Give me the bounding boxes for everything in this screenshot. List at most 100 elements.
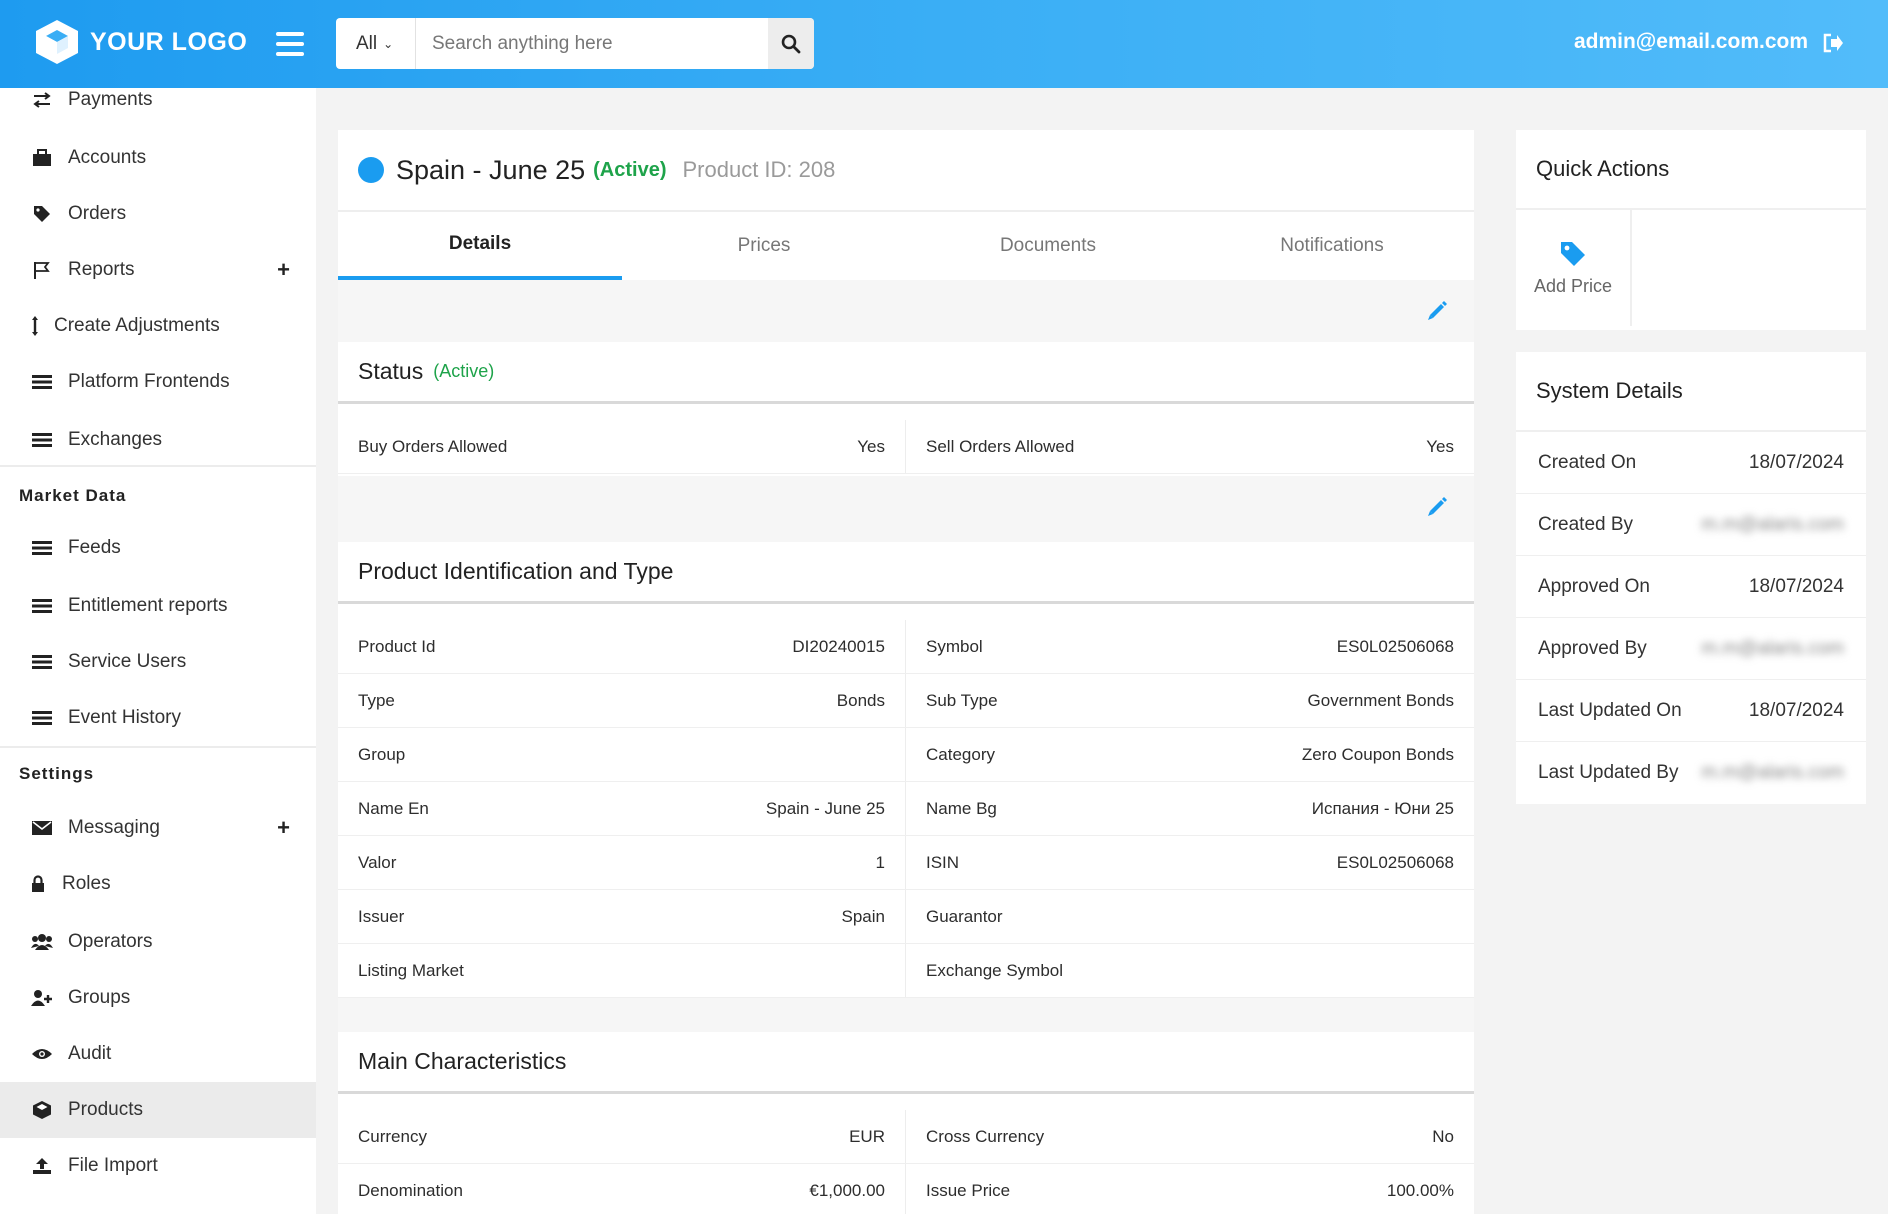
sidebar-item-accounts[interactable]: Accounts [0,130,316,186]
sidebar-item-reports[interactable]: Reports + [0,242,316,298]
field-value: Government Bonds [1307,690,1454,710]
field-cell: Cross Currency No [906,1110,1474,1163]
tab-prices[interactable]: Prices [622,212,906,280]
field-value: €1,000.00 [809,1181,885,1200]
detail-value: 18/07/2024 [1748,575,1844,597]
edit-pencil-icon[interactable] [1426,496,1448,518]
field-value: DI20240015 [792,636,885,656]
field-value: Испания - Юни 25 [1311,798,1454,818]
sidebar-item-label: Reports [68,259,135,280]
field-value: No [1432,1126,1454,1146]
section-toolbar [338,280,1474,342]
menu-toggle-icon[interactable] [276,32,304,56]
list-icon [30,536,54,560]
list-item: Last Updated On 18/07/2024 [1516,680,1866,742]
sidebar-item-platform-frontends[interactable]: Platform Frontends [0,354,316,410]
edit-pencil-icon[interactable] [1426,300,1448,322]
search-icon [781,34,801,53]
sidebar-item-operators[interactable]: Operators [0,914,316,970]
sidebar-item-orders[interactable]: Orders [0,186,316,242]
expand-plus-icon[interactable]: + [277,257,290,283]
sidebar-item-create-adjustments[interactable]: Create Adjustments [0,298,316,354]
detail-value: m.m@alaris.com [1701,513,1844,535]
table-row: Group Category Zero Coupon Bonds [338,728,1474,782]
detail-label: Approved On [1538,575,1650,597]
field-cell: Sub Type Government Bonds [906,674,1474,727]
cube-icon [30,1098,54,1122]
quick-actions-title: Quick Actions [1516,130,1866,210]
system-details-title: System Details [1516,352,1866,432]
sidebar-item-audit[interactable]: Audit [0,1026,316,1082]
field-cell: Name En Spain - June 25 [338,782,906,835]
sidebar-item-event-history[interactable]: Event History [0,690,316,746]
tab-documents[interactable]: Documents [906,212,1190,280]
field-label: Product Id [358,636,436,656]
sidebar-item-file-import[interactable]: File Import [0,1138,316,1194]
logout-icon[interactable] [1822,32,1844,54]
sidebar-item-entitlement-reports[interactable]: Entitlement reports [0,578,316,634]
logo[interactable]: YOUR LOGO [34,18,247,66]
expand-plus-icon[interactable]: + [277,815,290,841]
sidebar-item-exchanges[interactable]: Exchanges [0,412,316,468]
search-input[interactable] [416,18,768,69]
tab-details[interactable]: Details [338,212,622,280]
field-label: ISIN [926,852,960,872]
section-toolbar [338,476,1474,542]
vertical-arrows-icon [30,314,40,338]
add-price-label: Add Price [1533,275,1613,296]
flag-icon [30,258,54,282]
field-label: Currency [358,1126,427,1146]
field-cell: Exchange Symbol [906,944,1474,997]
tab-notifications[interactable]: Notifications [1190,212,1474,280]
product-name: Spain - June 25 [396,154,586,185]
list-item: Last Updated By m.m@alaris.com [1516,742,1866,804]
list-item: Created On 18/07/2024 [1516,432,1866,494]
field-label: Guarantor [926,906,1003,926]
field-cell: Valor 1 [338,836,906,889]
search-button[interactable] [768,18,814,69]
field-cell: Denomination €1,000.00 [338,1164,906,1214]
detail-label: Created On [1538,451,1637,473]
detail-label: Created By [1538,513,1634,535]
section-spacer [338,998,1474,1032]
field-label: Name En [358,798,429,818]
sidebar-item-label: Accounts [68,147,147,168]
sidebar-item-products[interactable]: Products [0,1082,316,1138]
user-email[interactable]: admin@email.com.com [1574,30,1808,54]
field-label: Exchange Symbol [926,960,1064,980]
field-cell: Currency EUR [338,1110,906,1163]
field-cell: Listing Market [338,944,906,997]
field-label: Name Bg [926,798,997,818]
field-cell: Group [338,728,906,781]
table-row: Type Bonds Sub Type Government Bonds [338,674,1474,728]
field-value: Zero Coupon Bonds [1301,744,1454,764]
field-cell: ISIN ES0L02506068 [906,836,1474,889]
users-icon [30,930,54,954]
sidebar-item-service-users[interactable]: Service Users [0,634,316,690]
table-row: Listing Market Exchange Symbol [338,944,1474,998]
field-cell: Product Id DI20240015 [338,620,906,673]
product-status-badge: (Active) [593,158,667,181]
field-label: Group [358,744,406,764]
logo-cube-icon [36,20,78,64]
sidebar-divider [0,746,316,748]
add-price-button[interactable]: Add Price [1516,210,1632,326]
detail-label: Last Updated On [1538,699,1682,721]
field-label: Valor [358,852,397,872]
sidebar-item-groups[interactable]: Groups [0,970,316,1026]
sidebar-item-messaging[interactable]: Messaging + [0,800,316,856]
sidebar-item-roles[interactable]: Roles [0,856,316,912]
sidebar-item-feeds[interactable]: Feeds [0,520,316,576]
tab-bar: Details Prices Documents Notifications [338,212,1474,280]
sidebar-item-label: File Import [68,1155,158,1176]
product-id-label: Product ID: 208 [682,157,836,182]
search-scope-dropdown[interactable]: All ⌄ [336,18,416,69]
envelope-icon [30,816,54,840]
field-value: Yes [1426,436,1454,456]
sidebar-item-label: Products [68,1099,143,1120]
sidebar-item-payments[interactable]: Payments [0,72,316,128]
quick-actions-card: Quick Actions Add Price [1516,130,1866,330]
field-value: Bonds [836,690,885,710]
sidebar-item-label: Groups [68,987,131,1008]
table-row: Buy Orders Allowed Yes Sell Orders Allowe… [338,420,1474,474]
